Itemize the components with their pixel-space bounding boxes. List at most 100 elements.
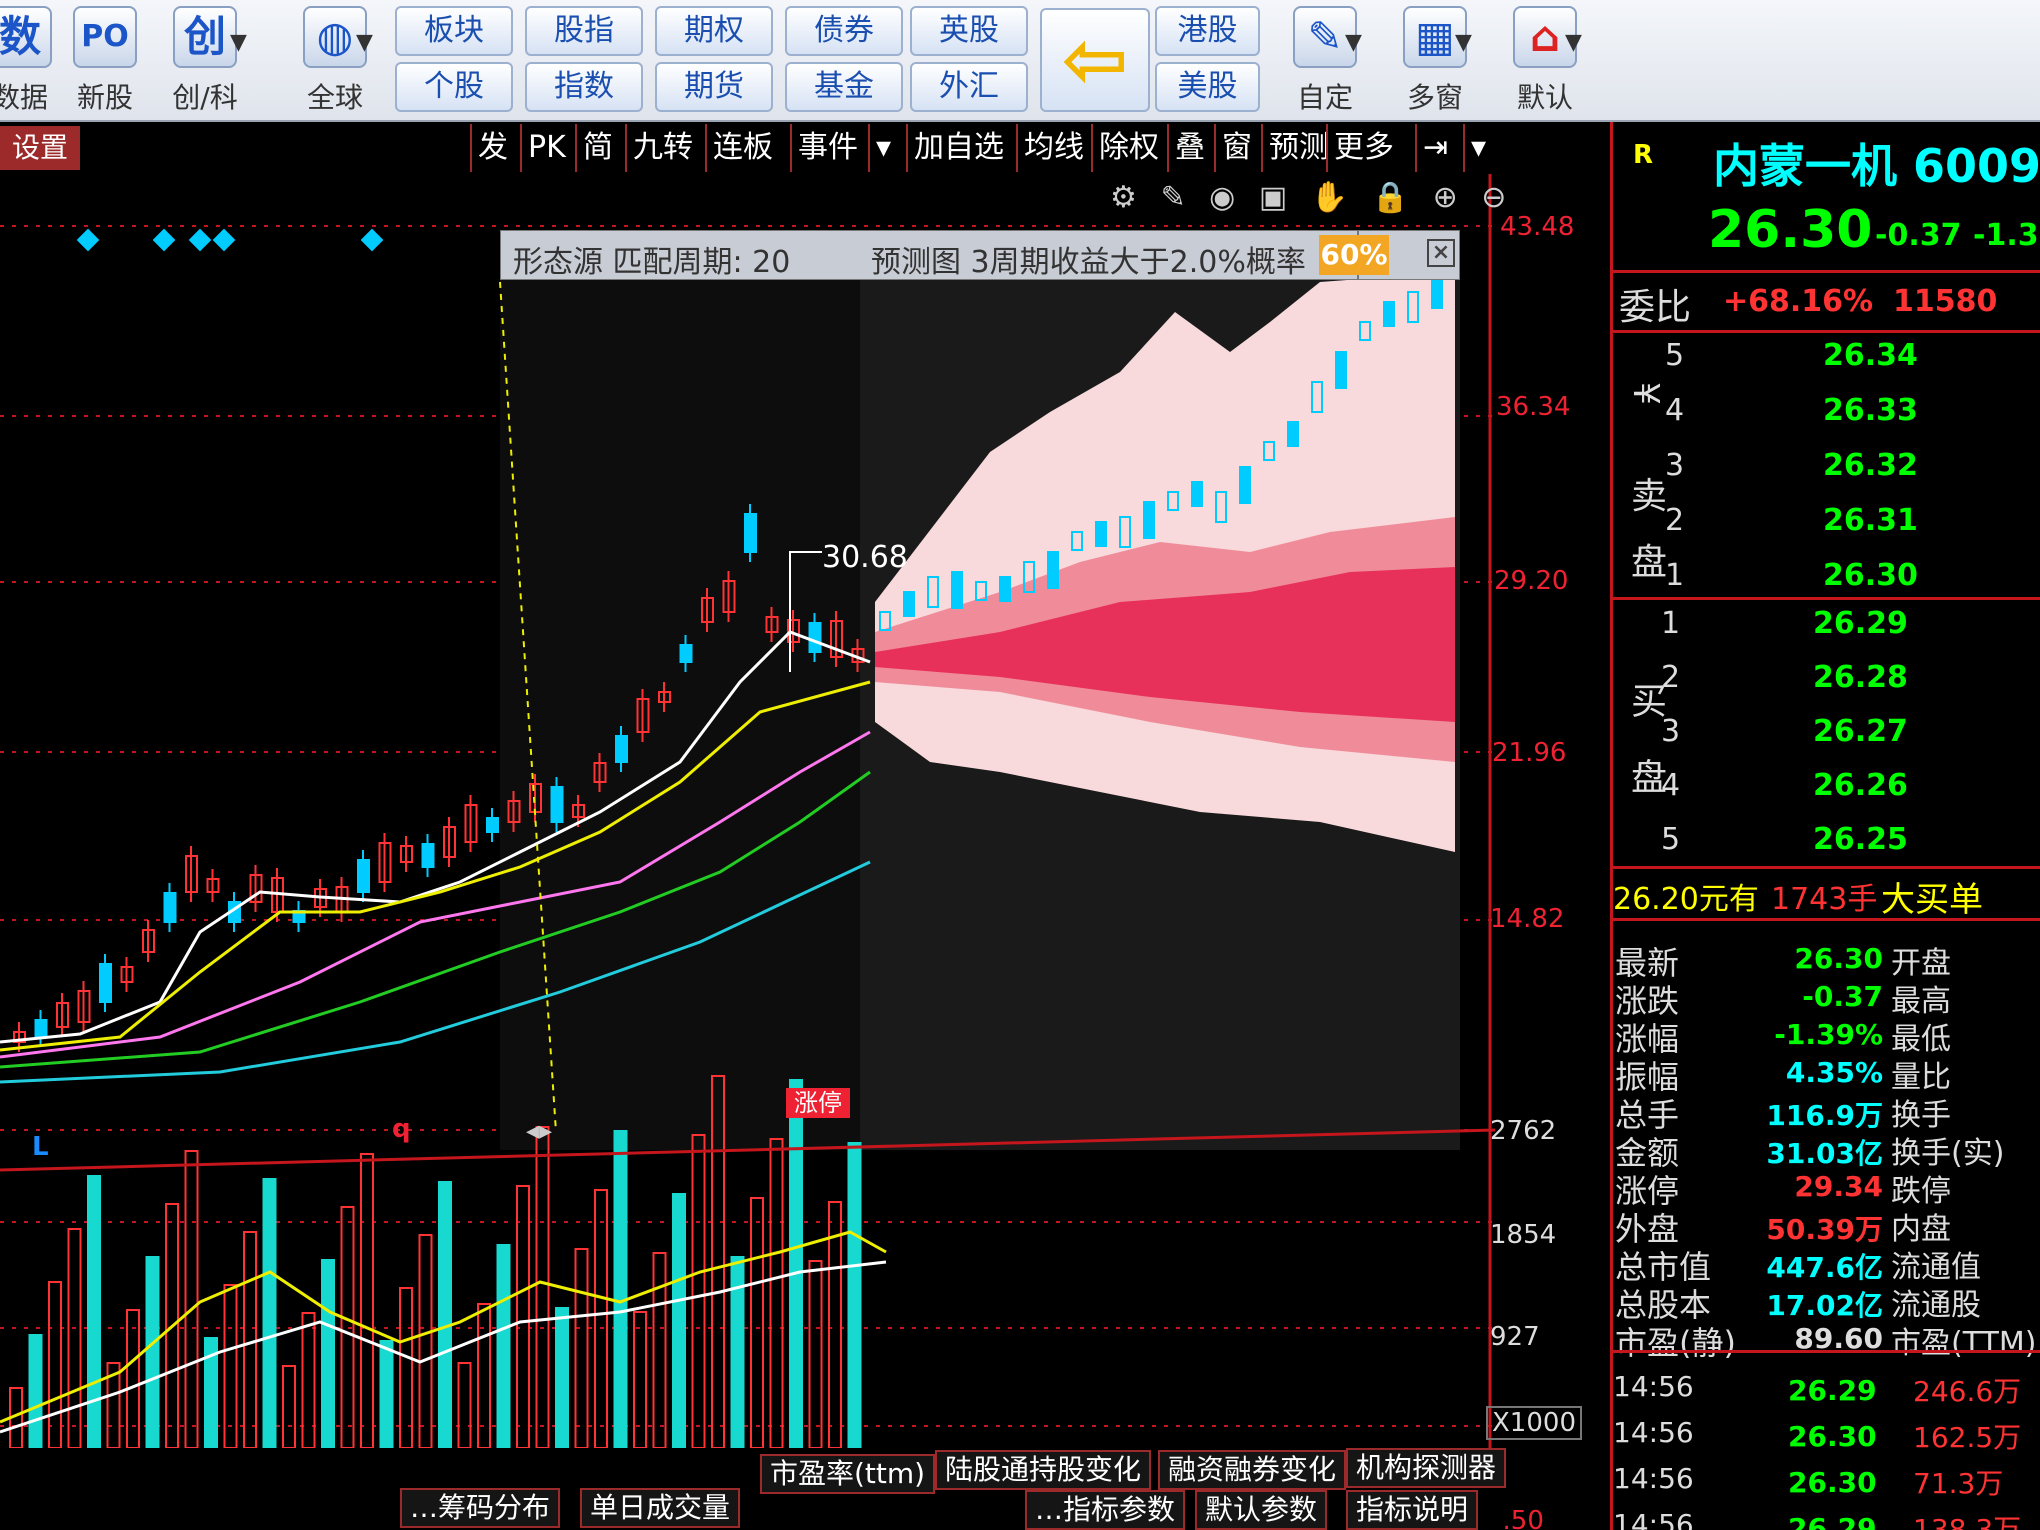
toolbar-events-dropdown-button[interactable]: ▾	[868, 124, 897, 172]
range-handle-icon[interactable]: ◂▸	[526, 1116, 552, 1146]
ask-level: 2	[1665, 503, 1685, 538]
custom-button[interactable]: ✎ 自定	[1275, 4, 1375, 116]
new-stock-button[interactable]: PO 新股	[55, 4, 155, 116]
bid-level: 2	[1661, 660, 1681, 695]
toolbar-more-dropdown-button[interactable]: ▾	[1463, 124, 1492, 172]
stat-value: 4.35%	[1785, 1056, 1883, 1089]
zoom-in-icon[interactable]: ⊕	[1433, 180, 1458, 215]
chinext-star-button[interactable]: 创 创/科	[155, 4, 255, 116]
forecast-candle	[1335, 351, 1347, 389]
divider	[1613, 270, 2040, 273]
tab-chip-distribution[interactable]: …筹码分布	[400, 1488, 561, 1528]
lock-icon[interactable]: 🔒	[1372, 180, 1409, 215]
uk-stocks-button[interactable]: 英股	[910, 6, 1028, 56]
eye-icon[interactable]: ◉	[1209, 180, 1235, 215]
toolbar-add-watchlist-button[interactable]: 加自选	[906, 124, 1010, 172]
volume-bar	[87, 1175, 101, 1448]
volume-bar	[594, 1189, 608, 1448]
toolbar-ma-button[interactable]: 均线	[1016, 124, 1090, 172]
toolbar-jiuzhuan-button[interactable]: 九转	[625, 124, 699, 172]
close-overlay-button[interactable]: ×	[1427, 239, 1455, 267]
candle-body	[421, 843, 435, 868]
volume-bar	[126, 1309, 140, 1448]
bid-level: 1	[1661, 606, 1681, 641]
signal-diamond	[360, 228, 384, 252]
hand-icon[interactable]: ✋	[1311, 180, 1348, 215]
chinext-label: 创/科	[172, 81, 238, 114]
stock-name: 内蒙一机 60096	[1713, 139, 2040, 193]
forecast-candle	[1383, 301, 1395, 327]
divider	[1613, 330, 2040, 333]
pen-icon[interactable]: ✎	[1160, 180, 1185, 215]
tab-pe-ttm[interactable]: 市盈率(ttm)	[760, 1454, 936, 1494]
tab-default-params[interactable]: 默认参数	[1195, 1490, 1328, 1530]
forex-button[interactable]: 外汇	[910, 62, 1028, 112]
volume-bar	[613, 1130, 628, 1448]
tick-time: 14:56	[1613, 1370, 1694, 1403]
signal-diamond	[76, 228, 100, 252]
global-dropdown-icon[interactable]: ▼	[356, 30, 373, 55]
toolbar-more-button[interactable]: 更多	[1326, 124, 1400, 172]
tab-indicator-help[interactable]: 指标说明	[1346, 1490, 1479, 1530]
multi-window-dropdown-icon[interactable]: ▼	[1455, 30, 1472, 55]
chart-marker[interactable]: L	[32, 1132, 49, 1162]
stat-label: 市盈(静)	[1615, 1324, 1736, 1362]
toolbar-jump-button[interactable]: ⇥	[1415, 124, 1454, 172]
hk-stocks-button[interactable]: 港股	[1155, 6, 1260, 56]
toolbar-forecast-button[interactable]: 预测	[1261, 124, 1335, 172]
us-stocks-button[interactable]: 美股	[1155, 62, 1260, 112]
index-button[interactable]: 指数	[525, 62, 643, 112]
default-button[interactable]: ⌂ 默认	[1495, 4, 1595, 116]
settings-gear-icon[interactable]: ⚙	[1110, 180, 1137, 215]
toolbar-jian-button[interactable]: 简	[575, 124, 619, 172]
volume-bar	[535, 1126, 550, 1448]
ask-level: 5	[1665, 338, 1685, 373]
tick-volume: 162.5万	[1913, 1421, 2022, 1454]
candle-body	[34, 1019, 48, 1038]
volume-bar	[282, 1365, 296, 1448]
kline-chart[interactable]	[0, 122, 1495, 1448]
back-arrow-button[interactable]: ⇦	[1040, 8, 1150, 112]
custom-dropdown-icon[interactable]: ▼	[1345, 30, 1362, 55]
back-arrow-icon: ⇦	[1061, 13, 1129, 106]
stat-value: -0.37	[1802, 980, 1883, 1013]
bonds-button[interactable]: 债券	[785, 6, 903, 56]
candle-body	[486, 817, 499, 833]
toolbar-ex-rights-button[interactable]: 除权	[1091, 124, 1165, 172]
tab-margin-trading[interactable]: 融资融券变化	[1158, 1450, 1347, 1490]
individual-stock-button[interactable]: 个股	[395, 62, 513, 112]
pattern-forecast-bar: 形态源 匹配周期: 20 预测图 3周期收益大于2.0%概率 60% ×	[500, 230, 1460, 280]
toolbar-pk-button[interactable]: PK	[520, 124, 572, 172]
toolbar-window-button[interactable]: 窗	[1214, 124, 1258, 172]
zoom-out-icon[interactable]: ⊖	[1481, 180, 1506, 215]
tab-northbound-holdings[interactable]: 陆股通持股变化	[935, 1450, 1152, 1490]
tab-index-params[interactable]: …指标参数	[1025, 1490, 1186, 1530]
tab-daily-volume[interactable]: 单日成交量	[580, 1488, 741, 1528]
default-dropdown-icon[interactable]: ▼	[1565, 30, 1582, 55]
chart-toolbar: 设置 发 PK 简九转 连板 事件 ▾ 加自选 均线 除权叠窗预测 更多 ⇥ ▾	[0, 122, 1495, 174]
big-order-qty: 1743手	[1771, 882, 1878, 917]
options-button[interactable]: 期权	[655, 6, 773, 56]
toolbar-events-button[interactable]: 事件	[790, 124, 864, 172]
toolbar-fa-button[interactable]: 发	[470, 124, 514, 172]
eraser-icon[interactable]: ▣	[1259, 180, 1287, 215]
stock-index-button[interactable]: 股指	[525, 6, 643, 56]
bid-level: 3	[1661, 714, 1681, 749]
tab-institution-detector[interactable]: 机构探测器	[1346, 1448, 1507, 1488]
settings-tab[interactable]: 设置	[0, 126, 80, 170]
volume-bar	[847, 1142, 862, 1448]
chinext-dropdown-icon[interactable]: ▼	[230, 30, 247, 55]
toolbar-lianban-button[interactable]: 连板	[705, 124, 779, 172]
toolbar-overlay-button[interactable]: 叠	[1167, 124, 1211, 172]
tick-price: 26.30	[1788, 1466, 1877, 1499]
sector-button[interactable]: 板块	[395, 6, 513, 56]
limit-up-tag[interactable]: 涨停	[786, 1088, 850, 1118]
candle-body	[550, 786, 564, 823]
volume-bar	[496, 1244, 511, 1448]
futures-button[interactable]: 期货	[655, 62, 773, 112]
main-toolbar: 数 数据 PO 新股 创 创/科 ▼ ◍ 全球 ▼ 板块 股指 期权 债券 英股…	[0, 0, 2040, 122]
chart-marker[interactable]: q	[392, 1114, 411, 1144]
funds-button[interactable]: 基金	[785, 62, 903, 112]
global-button[interactable]: ◍ 全球	[285, 4, 385, 116]
multi-window-button[interactable]: ▦ 多窗	[1385, 4, 1485, 116]
